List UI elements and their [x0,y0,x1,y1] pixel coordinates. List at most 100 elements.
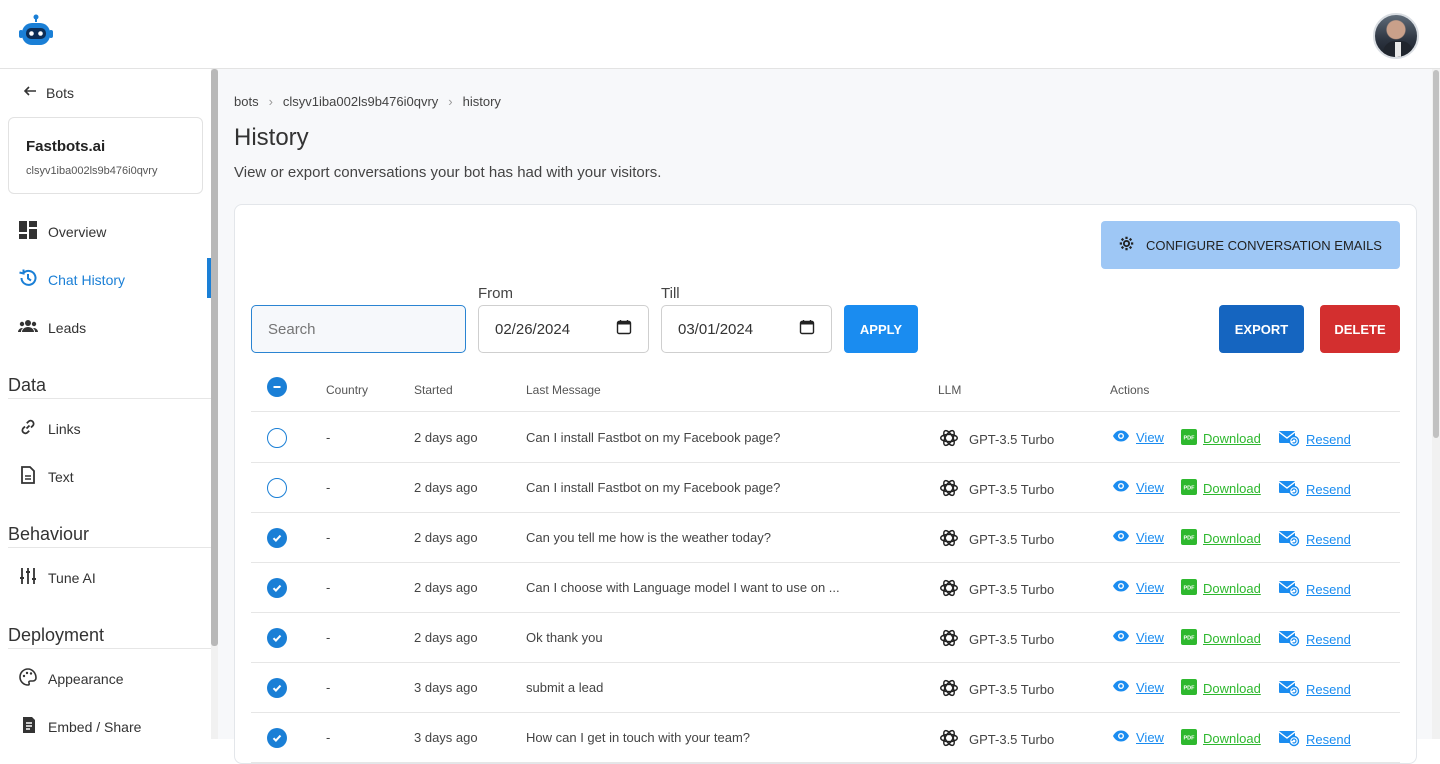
row-checkbox[interactable] [267,728,287,748]
view-link[interactable]: View [1112,479,1164,496]
breadcrumb-bot-id[interactable]: clsyv1iba002ls9b476i0qvry [283,94,438,109]
pdf-icon: PDF [1181,479,1197,498]
row-checkbox[interactable] [267,428,287,448]
resend-link[interactable]: Resend [1278,679,1351,700]
bot-info-card: Fastbots.ai clsyv1iba002ls9b476i0qvry [8,117,203,194]
breadcrumb-bots[interactable]: bots [234,94,259,109]
column-header-country[interactable]: Country [326,383,368,397]
configure-emails-button[interactable]: Configure Conversation Emails [1101,221,1400,269]
resend-email-icon [1278,479,1300,500]
cell-llm: GPT-3.5 Turbo [938,727,1054,752]
column-header-llm[interactable]: LLM [938,383,961,397]
sidebar-item-links[interactable]: Links [18,417,81,440]
view-link[interactable]: View [1112,629,1164,646]
resend-label: Resend [1306,582,1351,597]
resend-link[interactable]: Resend [1278,479,1351,500]
download-link[interactable]: PDF Download [1181,529,1261,548]
cell-country: - [326,580,331,595]
resend-link[interactable]: Resend [1278,429,1351,450]
till-date-input[interactable]: 03/01/2024 [661,305,832,353]
main-scrollbar-thumb[interactable] [1433,70,1439,438]
cell-last-message: Can I choose with Language model I want … [526,580,840,595]
from-date-input[interactable]: 02/26/2024 [478,305,649,353]
svg-text:PDF: PDF [1184,536,1196,542]
breadcrumb: bots › clsyv1iba002ls9b476i0qvry › histo… [234,94,501,109]
cell-last-message: Ok thank you [526,630,603,645]
openai-icon [938,577,960,602]
download-link[interactable]: PDF Download [1181,579,1261,598]
view-link[interactable]: View [1112,729,1164,746]
cell-last-message: Can I install Fastbot on my Facebook pag… [526,480,781,495]
view-link[interactable]: View [1112,579,1164,596]
row-checkbox[interactable] [267,678,287,698]
download-link[interactable]: PDF Download [1181,629,1261,648]
resend-link[interactable]: Resend [1278,729,1351,750]
svg-text:PDF: PDF [1184,436,1196,442]
cell-country: - [326,680,331,695]
column-header-last-message[interactable]: Last Message [526,383,601,397]
dashboard-icon [18,220,38,243]
download-link[interactable]: PDF Download [1181,679,1261,698]
llm-label: GPT-3.5 Turbo [969,732,1055,747]
sidebar-item-label: Chat History [48,271,126,288]
sidebar-item-text[interactable]: Text [18,465,74,488]
cell-last-message: Can you tell me how is the weather today… [526,530,771,545]
resend-label: Resend [1306,482,1351,497]
resend-label: Resend [1306,532,1351,547]
download-label: Download [1203,431,1261,446]
row-checkbox[interactable] [267,628,287,648]
row-checkbox[interactable] [267,528,287,548]
view-label: View [1136,580,1164,595]
row-checkbox[interactable] [267,478,287,498]
sidebar-item-appearance[interactable]: Appearance [18,667,124,690]
export-button[interactable]: Export [1219,305,1304,353]
till-date-value: 03/01/2024 [678,320,754,338]
divider [8,648,211,649]
sidebar-item-label: Leads [48,319,87,336]
search-input[interactable] [251,305,466,353]
row-checkbox[interactable] [267,578,287,598]
sidebar-scrollbar-thumb[interactable] [211,69,218,646]
select-all-checkbox[interactable] [267,377,287,397]
document-icon [18,465,38,488]
calendar-icon[interactable] [616,319,632,339]
openai-icon [938,627,960,652]
sidebar-item-chat-history[interactable]: Chat History [18,268,125,291]
view-label: View [1136,680,1164,695]
column-header-started[interactable]: Started [414,383,453,397]
fastbots-logo-icon[interactable] [18,14,54,50]
cell-started: 3 days ago [414,680,478,695]
bot-id: clsyv1iba002ls9b476i0qvry [26,165,158,177]
calendar-icon[interactable] [799,319,815,339]
resend-label: Resend [1306,732,1351,747]
divider [8,398,211,399]
resend-link[interactable]: Resend [1278,579,1351,600]
user-avatar[interactable] [1373,13,1419,59]
view-link[interactable]: View [1112,429,1164,446]
download-label: Download [1203,681,1261,696]
sliders-icon [18,566,38,589]
cell-country: - [326,430,331,445]
delete-button[interactable]: Delete [1320,305,1400,353]
cell-started: 3 days ago [414,730,478,745]
breadcrumb-history: history [462,94,501,109]
sidebar-item-tune-ai[interactable]: Tune AI [18,566,96,589]
sidebar-item-leads[interactable]: Leads [18,316,86,339]
sidebar-item-overview[interactable]: Overview [18,220,106,243]
apply-button[interactable]: Apply [844,305,918,353]
resend-link[interactable]: Resend [1278,629,1351,650]
sidebar-item-embed-share[interactable]: Embed / Share [18,715,141,738]
back-to-bots-link[interactable]: Bots [22,83,74,102]
view-label: View [1136,530,1164,545]
pdf-icon: PDF [1181,529,1197,548]
download-link[interactable]: PDF Download [1181,479,1261,498]
cell-country: - [326,480,331,495]
section-title-behaviour: Behaviour [8,524,90,544]
view-link[interactable]: View [1112,529,1164,546]
resend-link[interactable]: Resend [1278,529,1351,550]
view-link[interactable]: View [1112,679,1164,696]
download-link[interactable]: PDF Download [1181,429,1261,448]
svg-text:PDF: PDF [1184,586,1196,592]
pdf-icon: PDF [1181,579,1197,598]
cell-llm: GPT-3.5 Turbo [938,477,1054,502]
